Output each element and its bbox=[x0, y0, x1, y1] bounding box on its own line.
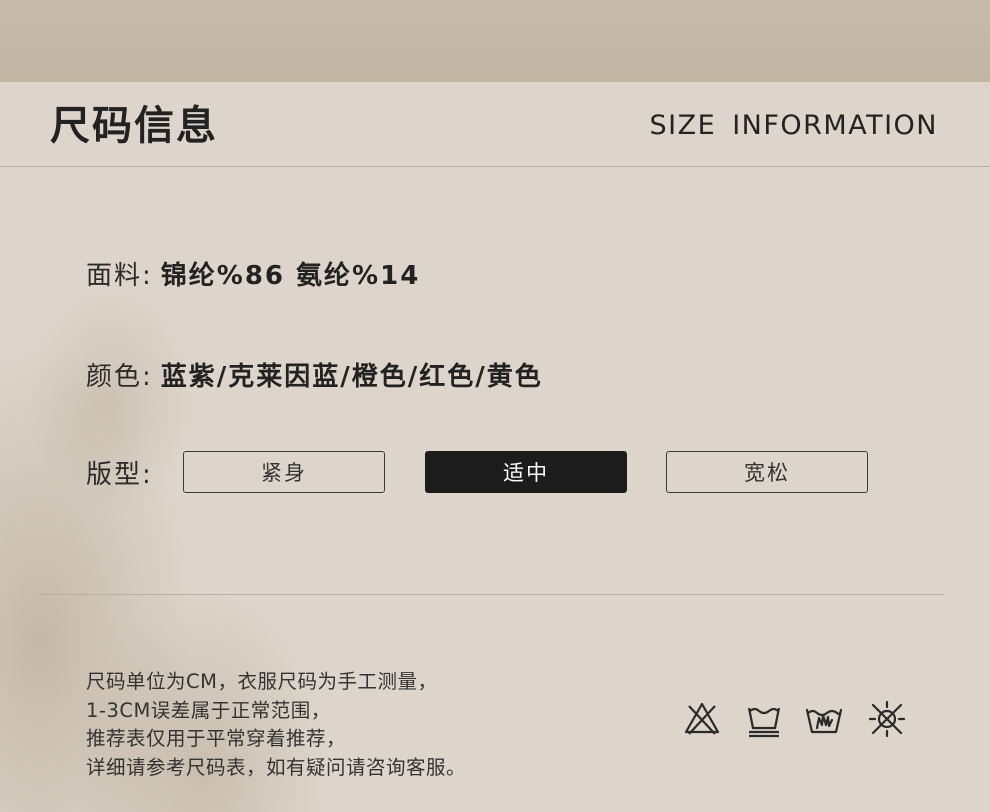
size-notes: 尺码单位为CM，衣服尺码为手工测量， 1-3CM误差属于正常范围， 推荐表仅用于… bbox=[86, 668, 466, 782]
fabric-label: 面料: bbox=[86, 260, 153, 291]
fit-option-loose[interactable]: 宽松 bbox=[666, 451, 868, 493]
section-divider bbox=[40, 594, 944, 595]
wash-icon bbox=[743, 698, 785, 740]
page-title: 尺码信息 bbox=[50, 103, 218, 149]
fit-label: 版型: bbox=[86, 459, 153, 490]
color-label: 颜色: bbox=[86, 361, 153, 392]
note-line: 尺码单位为CM，衣服尺码为手工测量， bbox=[86, 670, 438, 693]
top-texture-band bbox=[0, 0, 990, 82]
header-divider bbox=[0, 166, 990, 167]
color-row: 颜色: 蓝紫/克莱因蓝/橙色/红色/黄色 bbox=[86, 354, 543, 394]
fit-row: 版型: bbox=[86, 452, 153, 492]
fabric-value: 锦纶%86 氨纶%14 bbox=[160, 260, 421, 291]
note-line: 1-3CM误差属于正常范围， bbox=[86, 698, 331, 722]
note-line: 详细请参考尺码表，如有疑问请咨询客服。 bbox=[86, 755, 467, 779]
no-tumble-dry-icon bbox=[866, 698, 908, 740]
note-line: 推荐表仅用于平常穿着推荐， bbox=[86, 727, 347, 750]
fit-option-tight[interactable]: 紧身 bbox=[183, 451, 385, 493]
page-subtitle-en: SIZE INFORMATION bbox=[649, 110, 938, 141]
hand-wash-icon bbox=[803, 698, 845, 740]
no-bleach-icon bbox=[681, 698, 723, 740]
color-value: 蓝紫/克莱因蓝/橙色/红色/黄色 bbox=[160, 361, 543, 392]
fit-option-regular[interactable]: 适中 bbox=[425, 451, 627, 493]
fabric-row: 面料: 锦纶%86 氨纶%14 bbox=[86, 253, 420, 293]
